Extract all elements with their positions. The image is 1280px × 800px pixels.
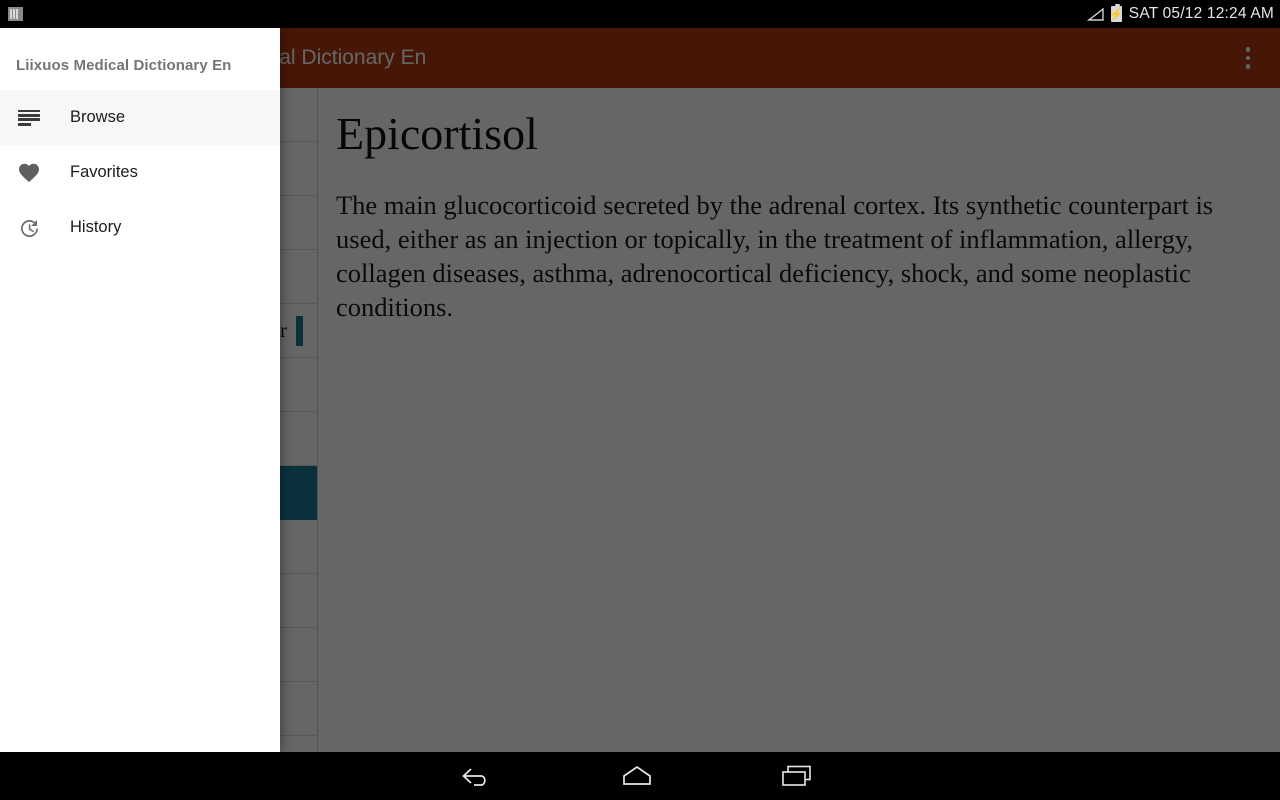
browse-list-icon xyxy=(16,105,42,131)
drawer-header-title: Liixuos Medical Dictionary En xyxy=(16,57,232,74)
history-clock-icon xyxy=(16,215,42,241)
status-bar-notifications xyxy=(8,0,23,28)
back-icon[interactable] xyxy=(397,752,557,800)
home-icon[interactable] xyxy=(557,752,717,800)
status-bar: ⚡ SAT 05/12 12:24 AM xyxy=(0,0,1280,28)
status-bar-system: ⚡ SAT 05/12 12:24 AM xyxy=(1086,0,1274,28)
android-screen: Liixuos Medical Dictionary En Browse Fav… xyxy=(0,0,1280,800)
sidebar-item-browse[interactable]: Browse xyxy=(0,90,280,145)
navigation-drawer: Liixuos Medical Dictionary En Browse Fav… xyxy=(0,28,280,752)
sidebar-item-label: Browse xyxy=(70,108,126,126)
sidebar-item-label: Favorites xyxy=(70,163,138,181)
battery-charging-icon: ⚡ xyxy=(1108,3,1124,22)
signal-triangle-icon xyxy=(1086,7,1104,21)
sidebar-item-label: History xyxy=(70,218,122,236)
android-nav-bar xyxy=(0,752,1280,800)
heart-icon xyxy=(16,160,42,186)
status-bar-clock: SAT 05/12 12:24 AM xyxy=(1128,5,1274,22)
sidebar-item-history[interactable]: History xyxy=(0,200,280,255)
sidebar-item-favorites[interactable]: Favorites xyxy=(0,145,280,200)
recents-icon[interactable] xyxy=(717,752,877,800)
notification-bars-icon xyxy=(8,7,23,21)
